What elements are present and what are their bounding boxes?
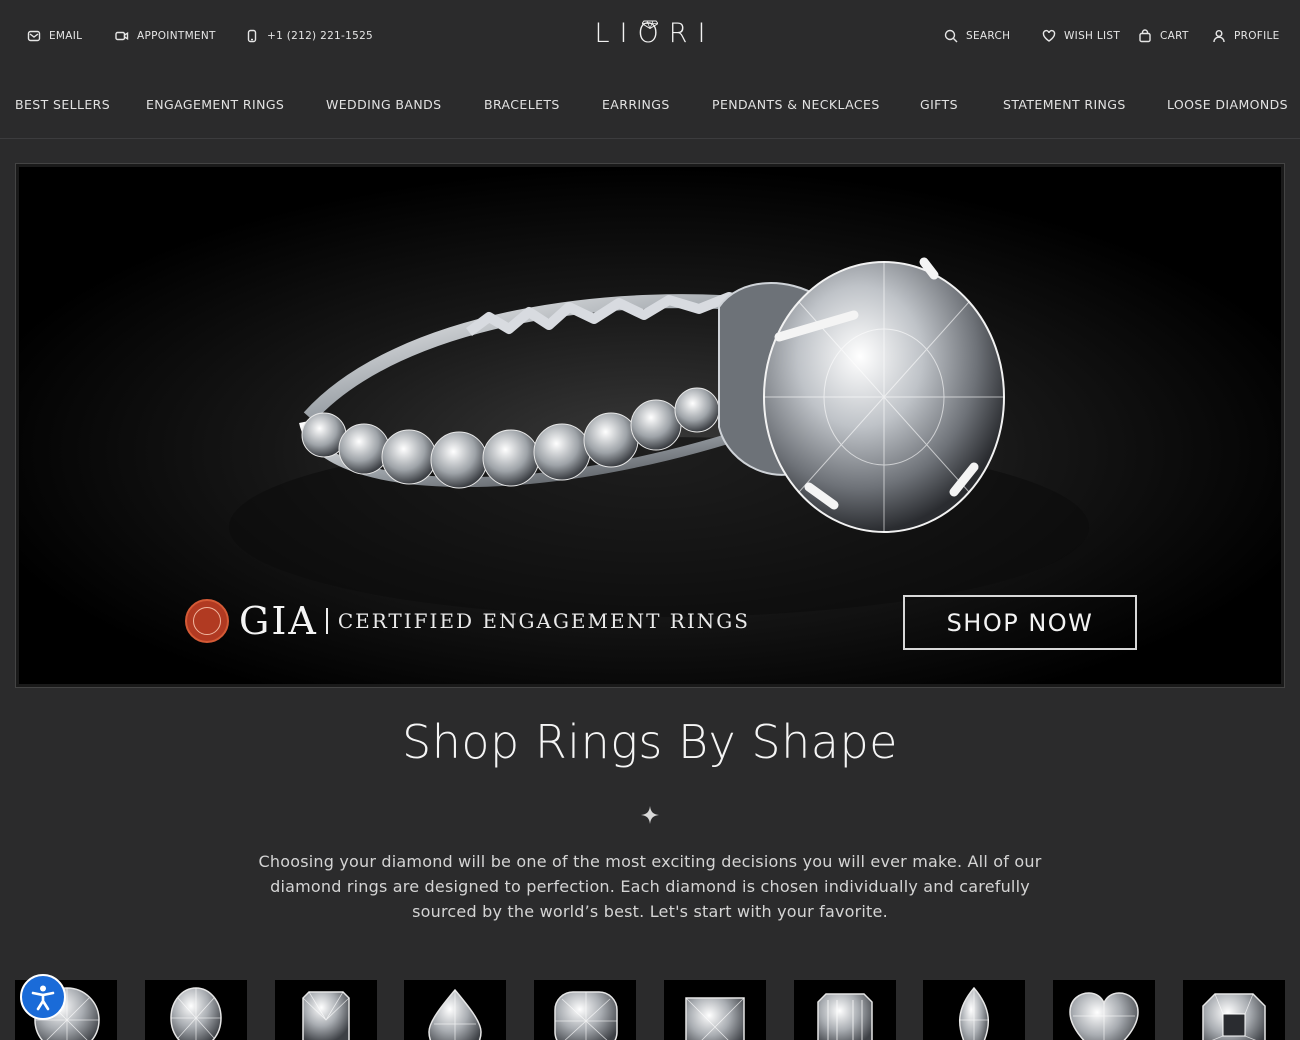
profile-button[interactable]: PROFILE — [1212, 29, 1280, 43]
nav-item-engagement-rings[interactable]: ENGAGEMENT RINGS — [146, 97, 284, 112]
wishlist-label: WISH LIST — [1064, 30, 1121, 42]
search-button[interactable]: SEARCH — [944, 29, 1010, 43]
radiant-diamond-icon — [302, 991, 350, 1040]
sparkle-icon — [641, 806, 659, 824]
section-description: Choosing your diamond will be one of the… — [258, 852, 1042, 921]
cart-button[interactable]: CART — [1138, 29, 1189, 43]
diamond-logo-icon — [642, 20, 658, 29]
marquise-diamond-icon — [959, 986, 989, 1040]
shape-tile-oval[interactable] — [145, 980, 247, 1040]
nav-item-statement-rings[interactable]: STATEMENT RINGS — [1003, 97, 1126, 112]
shape-tile-pear[interactable] — [404, 980, 506, 1040]
gia-subtitle: CERTIFIED ENGAGEMENT RINGS — [337, 609, 750, 633]
pear-diamond-icon — [428, 988, 482, 1040]
shape-tile-emerald[interactable] — [794, 980, 896, 1040]
shape-tile-princess[interactable] — [664, 980, 766, 1040]
search-label: SEARCH — [966, 30, 1011, 42]
shape-tile-marquise[interactable] — [923, 980, 1025, 1040]
oval-diamond-icon — [170, 987, 222, 1040]
shape-tile-radiant[interactable] — [275, 980, 377, 1040]
nav-item-wedding-bands[interactable]: WEDDING BANDS — [326, 97, 441, 112]
nav-item-pendants-necklaces[interactable]: PENDANTS & NECKLACES — [712, 97, 880, 112]
accessibility-icon — [31, 985, 55, 1011]
heart-diamond-icon — [1069, 992, 1139, 1040]
accessibility-button[interactable] — [20, 974, 66, 1020]
nav-item-bracelets[interactable]: BRACELETS — [484, 97, 560, 112]
profile-label: PROFILE — [1234, 30, 1280, 42]
nav-item-gifts[interactable]: GIFTS — [920, 97, 958, 112]
shape-tile-cushion[interactable] — [534, 980, 636, 1040]
wishlist-button[interactable]: WISH LIST — [1042, 29, 1120, 43]
heart-icon — [1042, 29, 1056, 42]
search-icon — [944, 29, 958, 43]
emerald-diamond-icon — [817, 993, 873, 1040]
shape-tile-asscher[interactable] — [1183, 980, 1285, 1040]
asscher-diamond-icon — [1202, 993, 1266, 1040]
nav-item-best-sellers[interactable]: BEST SELLERS — [15, 97, 110, 112]
shopping-bag-icon — [1139, 29, 1151, 43]
main-navigation: BEST SELLERS ENGAGEMENT RINGS WEDDING BA… — [0, 72, 1300, 139]
shape-tile-heart[interactable] — [1053, 980, 1155, 1040]
shop-now-button[interactable]: SHOP NOW — [903, 595, 1137, 650]
cart-label: CART — [1160, 30, 1189, 42]
nav-item-loose-diamonds[interactable]: LOOSE DIAMONDS — [1167, 97, 1288, 112]
gia-label: GIA — [239, 599, 318, 643]
top-utility-bar: EMAIL APPOINTMENT +1 (212) 221-1525 LIOR… — [0, 0, 1300, 72]
shape-list — [0, 980, 1300, 1040]
hero-banner[interactable]: GIA CERTIFIED ENGAGEMENT RINGS SHOP NOW — [16, 164, 1284, 687]
gia-seal-icon — [185, 599, 229, 643]
gia-certification: GIA CERTIFIED ENGAGEMENT RINGS — [185, 599, 750, 643]
gia-divider — [325, 608, 328, 634]
princess-diamond-icon — [685, 997, 745, 1040]
nav-item-earrings[interactable]: EARRINGS — [602, 97, 670, 112]
cushion-diamond-icon — [554, 991, 618, 1040]
section-title: Shop Rings By Shape — [402, 715, 898, 769]
user-icon — [1213, 30, 1225, 43]
